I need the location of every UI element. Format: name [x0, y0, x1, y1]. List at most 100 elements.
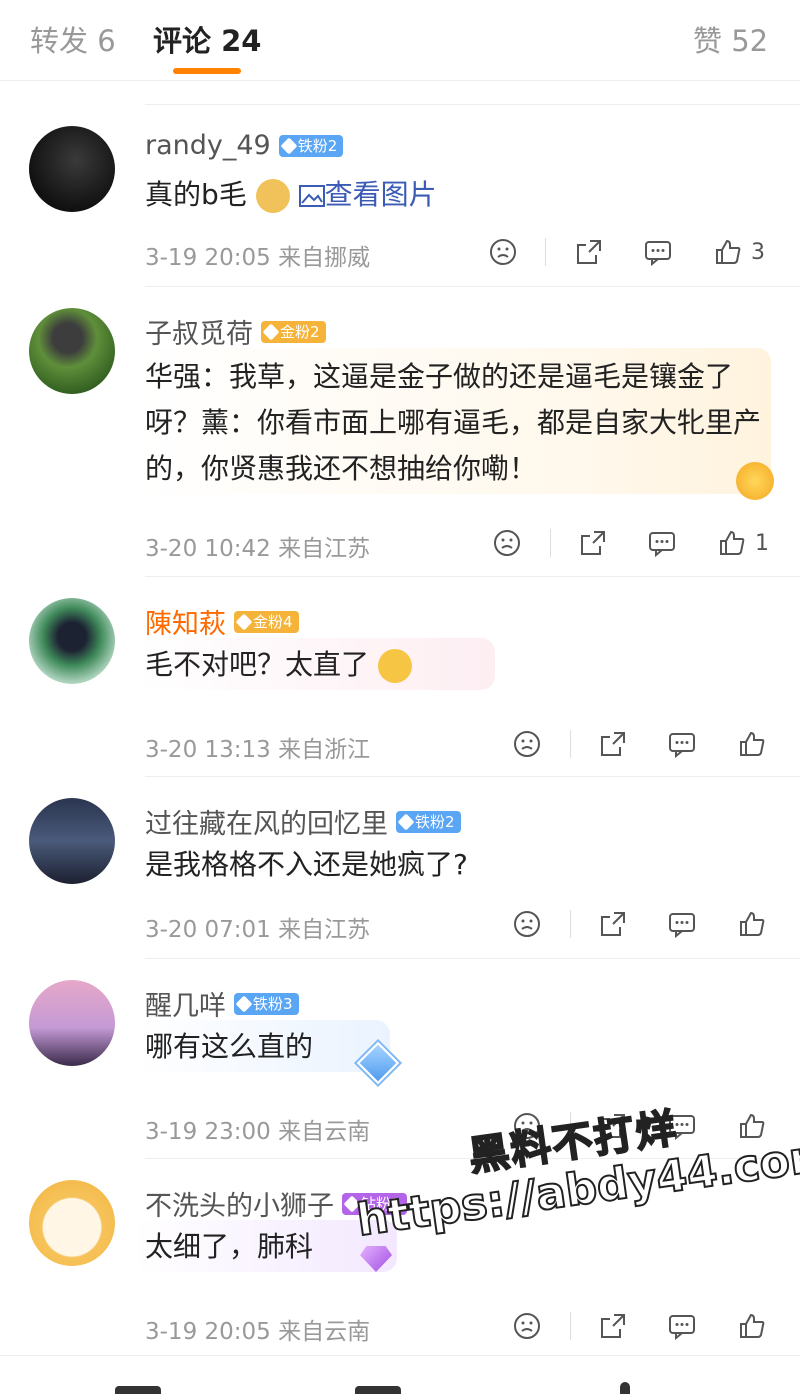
doge-emoji-icon: [255, 179, 290, 213]
username[interactable]: 陳知萩: [145, 602, 226, 641]
comment-icon: [645, 241, 671, 267]
like-button[interactable]: [737, 1306, 775, 1346]
share-button[interactable]: [578, 523, 608, 563]
comment-meta: 3-19 20:05 来自挪威: [145, 238, 370, 272]
badge-label: 金粉2: [280, 323, 320, 341]
comment-tabs: 转发 6 评论 24 赞 52: [0, 0, 800, 81]
divider: [570, 910, 571, 938]
comment-actions: [480, 724, 780, 764]
gem-icon: [235, 995, 253, 1012]
yummy-face-emoji-icon: [377, 649, 412, 683]
comment-text: 华强：我草，这逼是金子做的还是逼毛是镶金了呀？薰：你看市面上哪有逼毛，都是自家大…: [145, 360, 762, 485]
unhappy-face-icon: [514, 1113, 540, 1139]
share-button[interactable]: [598, 1306, 628, 1346]
comment-icon: [669, 733, 695, 759]
dislike-button[interactable]: [512, 1306, 542, 1346]
tab-comments[interactable]: 评论 24: [153, 18, 261, 60]
comment-actions: [480, 904, 780, 944]
divider: [570, 1112, 571, 1140]
like-button[interactable]: 1: [717, 523, 769, 563]
comment-location: 来自江苏: [278, 917, 371, 943]
thumbs-up-icon: [740, 911, 765, 936]
toolbar-icon[interactable]: [620, 1382, 630, 1394]
tab-repost[interactable]: 转发 6: [30, 18, 116, 60]
thumbs-up-icon: [740, 731, 765, 756]
reply-button[interactable]: [667, 724, 697, 764]
gem-icon: [397, 813, 415, 830]
comment-header: randy_49 铁粉2: [145, 130, 344, 161]
badge-label: 铁粉3: [253, 995, 293, 1013]
dislike-button[interactable]: [512, 1106, 542, 1146]
comment-actions: 1: [480, 523, 780, 563]
reply-button[interactable]: [647, 523, 677, 563]
avatar[interactable]: [29, 598, 115, 684]
divider: [550, 529, 551, 557]
avatar[interactable]: [29, 126, 115, 212]
fan-badge: 铁粉2: [396, 810, 461, 833]
comment-header: 陳知萩 金粉4: [145, 602, 299, 641]
view-image-link[interactable]: 查看图片: [298, 178, 437, 211]
fan-badge: 铁粉2: [278, 134, 344, 157]
like-button[interactable]: [737, 904, 775, 944]
avatar[interactable]: [29, 980, 115, 1066]
share-button[interactable]: [598, 724, 628, 764]
fan-badge: 金粉2: [261, 320, 326, 343]
dislike-button[interactable]: [512, 904, 542, 944]
reply-button[interactable]: [667, 1106, 697, 1146]
comment-time: 3-20 13:13: [145, 737, 271, 763]
share-button[interactable]: [598, 1106, 628, 1146]
dislike-button[interactable]: [492, 523, 522, 563]
comment-location: 来自浙江: [278, 737, 371, 763]
image-icon: [298, 185, 325, 207]
comment-icon: [649, 532, 675, 558]
share-icon: [601, 1314, 625, 1338]
share-icon: [601, 732, 625, 756]
fan-badge: 铁粉3: [234, 992, 299, 1015]
like-button[interactable]: 3: [713, 232, 765, 272]
share-icon: [581, 531, 605, 555]
username[interactable]: 不洗头的小狮子: [145, 1184, 334, 1223]
divider: [145, 1158, 800, 1159]
gold-fan-decoration-icon: [736, 462, 774, 500]
username[interactable]: 过往藏在风的回忆里: [145, 802, 388, 841]
unhappy-face-icon: [494, 530, 520, 556]
username[interactable]: randy_49: [145, 130, 271, 161]
like-button[interactable]: [737, 1106, 775, 1146]
comment-text: 太细了，肺科: [145, 1230, 314, 1263]
avatar[interactable]: [29, 308, 115, 394]
tab-likes[interactable]: 赞 52: [693, 18, 768, 60]
comment-meta: 3-19 20:05 来自云南: [145, 1312, 370, 1346]
badge-label: 铁粉2: [415, 813, 455, 831]
divider: [145, 958, 800, 959]
reply-button[interactable]: [667, 1306, 697, 1346]
comment-time: 3-19 20:05: [145, 245, 271, 271]
gem-icon: [343, 1195, 361, 1212]
avatar[interactable]: [29, 798, 115, 884]
reply-button[interactable]: [667, 904, 697, 944]
divider: [570, 1312, 571, 1340]
dislike-button[interactable]: [512, 724, 542, 764]
comment-text: 是我格格不入还是她疯了?: [145, 848, 468, 881]
reply-button[interactable]: [643, 232, 673, 272]
comment-text: 真的b毛 查看图片: [145, 172, 437, 218]
comment-icon: [669, 1115, 695, 1141]
avatar[interactable]: [29, 1180, 115, 1266]
badge-label: 铁粉2: [297, 137, 338, 155]
active-tab-indicator: [173, 68, 241, 74]
comment-body: 毛不对吧？太直了: [145, 648, 370, 681]
divider: [145, 776, 800, 777]
divider: [145, 576, 800, 577]
share-button[interactable]: [574, 232, 604, 272]
username[interactable]: 醒几咩: [145, 984, 226, 1023]
share-icon: [577, 240, 601, 264]
dislike-button[interactable]: [488, 232, 518, 272]
username[interactable]: 子叔觅荷: [145, 312, 253, 351]
share-icon: [601, 912, 625, 936]
comment-header: 不洗头的小狮子 钻粉1: [145, 1184, 407, 1223]
share-button[interactable]: [598, 904, 628, 944]
divider: [570, 730, 571, 758]
like-button[interactable]: [737, 724, 775, 764]
comment-icon: [669, 1315, 695, 1341]
comment-time: 3-19 23:00: [145, 1119, 271, 1145]
comment-meta: 3-20 10:42 来自江苏: [145, 529, 370, 563]
